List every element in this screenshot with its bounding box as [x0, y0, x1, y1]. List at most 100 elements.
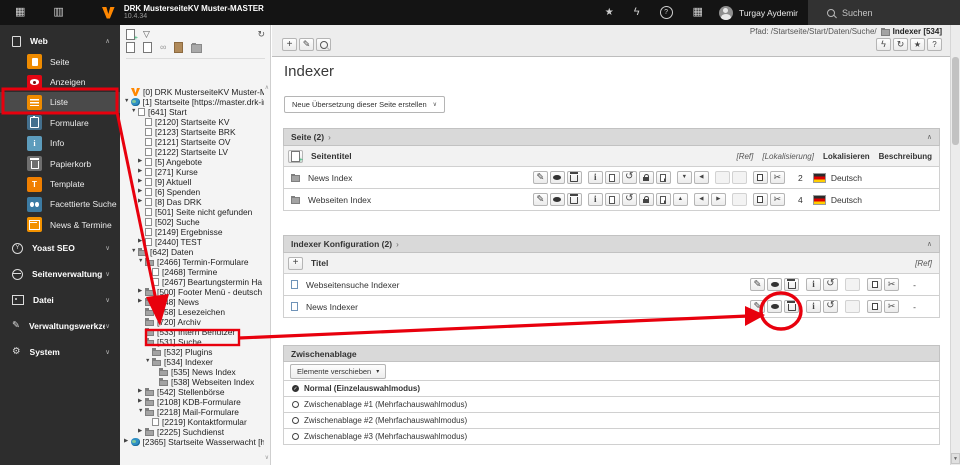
expand-toggle-icon[interactable]: ▶ — [124, 439, 131, 445]
down-button[interactable]: ▼ — [677, 171, 692, 184]
tree-node[interactable]: [0] DRK MusterseiteKV Muster-MASTER — [120, 87, 264, 97]
collapse-toggle-icon[interactable]: ▼ — [131, 109, 138, 115]
bookmark-star-icon[interactable]: ★ — [605, 8, 614, 18]
info-button[interactable]: i — [588, 171, 603, 184]
history-button[interactable]: ↺ — [622, 171, 637, 184]
tree-node[interactable]: [2149] Ergebnisse — [120, 227, 264, 237]
expand-toggle-icon[interactable]: ▶ — [138, 399, 145, 405]
cache-button[interactable]: ϟ — [876, 38, 891, 51]
expand-toggle-icon[interactable]: ▶ — [138, 299, 145, 305]
radio-icon[interactable] — [292, 401, 299, 408]
collapse-toggle-icon[interactable]: ▼ — [131, 249, 138, 255]
collapse-toggle-icon[interactable]: ▼ — [138, 409, 145, 415]
section-seite-header[interactable]: Seite (2)› ∧ — [283, 128, 940, 146]
bookmark-button[interactable]: ★ — [910, 38, 925, 51]
tree-node[interactable]: ▶[542] Stellenbörse — [120, 387, 264, 397]
help-button[interactable]: ? — [927, 38, 942, 51]
tree-node[interactable]: ▶[500] Footer Menü - deutsch — [120, 287, 264, 297]
tree-node[interactable]: [2120] Startseite KV — [120, 117, 264, 127]
left-button[interactable]: ◀ — [694, 171, 709, 184]
tree-node[interactable]: ▶[648] News — [120, 297, 264, 307]
expand-toggle-icon[interactable]: ▶ — [138, 169, 145, 175]
module-group-datei[interactable]: Datei∨ — [0, 287, 120, 313]
global-search[interactable]: Suchen — [808, 0, 960, 25]
tree-node[interactable]: [2122] Startseite LV — [120, 147, 264, 157]
tree-node[interactable]: [2123] Startseite BRK — [120, 127, 264, 137]
expand-toggle-icon[interactable]: ▶ — [138, 179, 145, 185]
tree-node[interactable]: [538] Webseiten Index — [120, 377, 264, 387]
tree-scroll-up-icon[interactable]: ∧ — [265, 85, 269, 91]
tree-node[interactable]: ▶[5] Angebote — [120, 157, 264, 167]
copy-button[interactable] — [867, 300, 882, 313]
module-group-web[interactable]: Web∧ — [0, 31, 120, 52]
expand-toggle-icon[interactable]: ▶ — [138, 289, 145, 295]
info-button[interactable]: i — [588, 193, 603, 206]
module-group-system[interactable]: ⚙System∨ — [0, 339, 120, 365]
pagetype-folder-icon[interactable] — [191, 42, 202, 53]
tree-node[interactable]: ▼[1] Startseite [https://master.drk-inte — [120, 97, 264, 107]
sidebar-item-seite[interactable]: Seite — [0, 52, 120, 72]
tree-node[interactable]: ▶[2225] Suchdienst — [120, 427, 264, 437]
hide-button[interactable] — [550, 193, 565, 206]
delete-button[interactable] — [784, 278, 799, 291]
radio-icon[interactable] — [292, 433, 299, 440]
pagetype-mount-icon[interactable] — [174, 42, 183, 53]
lock-button[interactable] — [639, 171, 654, 184]
tree-node[interactable]: ▶[2108] KDB-Formulare — [120, 397, 264, 407]
tree-node[interactable]: [720] Archiv — [120, 317, 264, 327]
expand-toggle-icon[interactable]: ▶ — [138, 389, 145, 395]
tree-scroll-down-icon[interactable]: ∨ — [265, 455, 269, 461]
info-button[interactable]: i — [806, 300, 821, 313]
scrollbar-thumb[interactable] — [952, 57, 959, 145]
radio-icon[interactable] — [292, 417, 299, 424]
sidebar-item-liste[interactable]: Liste — [0, 92, 120, 112]
tree-node[interactable]: [2467] Beartungstermin Ha — [120, 277, 264, 287]
collapse-icon[interactable]: ∧ — [927, 133, 932, 141]
cut-button[interactable]: ✂ — [770, 171, 785, 184]
edit-button[interactable]: ✎ — [750, 278, 765, 291]
move-button[interactable] — [656, 171, 671, 184]
delete-button[interactable] — [567, 193, 582, 206]
radio-checked-icon[interactable]: ✓ — [292, 385, 299, 392]
clear-cache-bolt-icon[interactable]: ϟ — [634, 7, 640, 18]
cut-button[interactable]: ✂ — [884, 300, 899, 313]
reload-button[interactable]: ↻ — [893, 38, 908, 51]
module-group-yoast-seo[interactable]: YYoast SEO∨ — [0, 235, 120, 261]
hide-button[interactable] — [767, 278, 782, 291]
edit-button[interactable]: ✎ — [533, 193, 548, 206]
tree-node[interactable]: ▶[2365] Startseite Wasserwacht [https — [120, 437, 264, 447]
edit-button[interactable]: ✎ — [750, 300, 765, 313]
cut-button[interactable]: ✂ — [884, 278, 899, 291]
copy-button[interactable] — [867, 278, 882, 291]
hide-button[interactable] — [767, 300, 782, 313]
tree-node[interactable]: [2468] Termine — [120, 267, 264, 277]
tree-node[interactable]: ▼[2218] Mail-Formulare — [120, 407, 264, 417]
move-elements-dropdown[interactable]: Elemente verschieben▾ — [290, 364, 386, 379]
sidebar-item-facettierte-suche[interactable]: Facettierte Suche — [0, 194, 120, 214]
section-konfig-header[interactable]: Indexer Konfiguration (2)› ∧ — [283, 235, 940, 253]
tree-node[interactable]: [535] News Index — [120, 367, 264, 377]
expand-toggle-icon[interactable]: ▶ — [138, 159, 145, 165]
right-button[interactable]: ▶ — [711, 193, 726, 206]
pagetype-shortcut-icon[interactable] — [143, 42, 152, 53]
history-button[interactable]: ↺ — [622, 193, 637, 206]
hide-button[interactable] — [550, 171, 565, 184]
move-button[interactable] — [656, 193, 671, 206]
lock-button[interactable] — [639, 193, 654, 206]
system-info-icon[interactable]: ▦ — [693, 7, 703, 18]
vertical-scrollbar[interactable]: ▼ — [950, 25, 960, 465]
tree-node[interactable]: ▼[642] Daten — [120, 247, 264, 257]
up-button[interactable]: ▲ — [673, 193, 688, 206]
tree-node[interactable]: ▶[2440] TEST — [120, 237, 264, 247]
tree-node[interactable]: [531] Suche — [120, 337, 264, 347]
tree-node[interactable]: [532] Plugins — [120, 347, 264, 357]
edit-page-button[interactable]: ✎ — [299, 38, 314, 51]
delete-button[interactable] — [567, 171, 582, 184]
new-page-icon[interactable] — [126, 29, 135, 40]
expand-toggle-icon[interactable]: ▶ — [138, 199, 145, 205]
search-button[interactable] — [316, 38, 331, 51]
new-page-button[interactable] — [288, 150, 303, 163]
tree-node[interactable]: [2121] Startseite OV — [120, 137, 264, 147]
collapse-toggle-icon[interactable]: ▼ — [145, 359, 152, 365]
modules-grid-icon[interactable]: ▦ — [15, 7, 25, 18]
